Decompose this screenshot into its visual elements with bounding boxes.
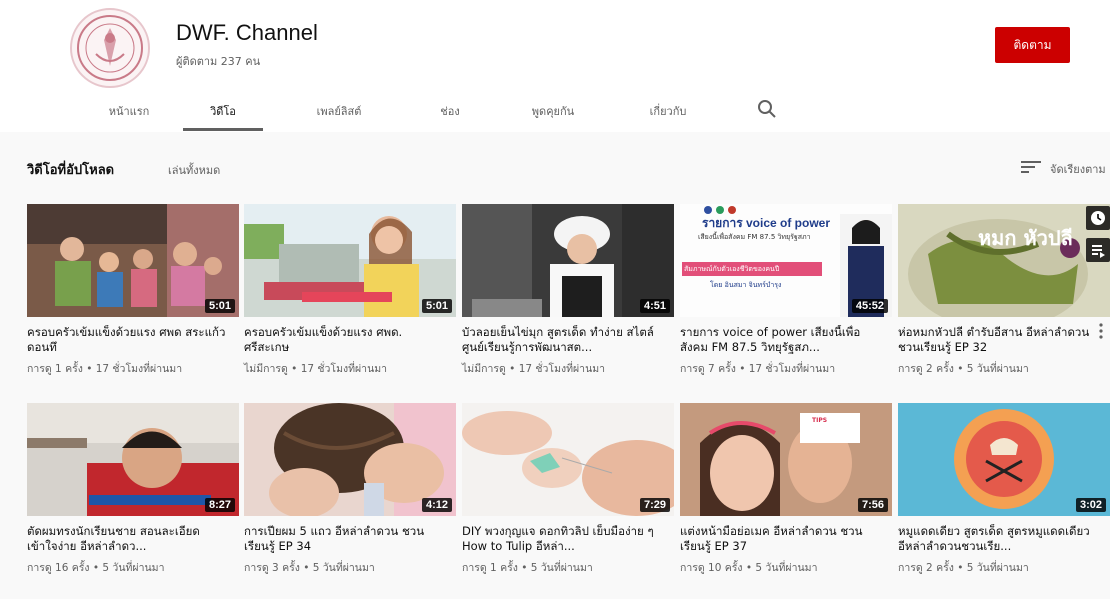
- watch-later-icon[interactable]: [1086, 206, 1110, 230]
- video-title[interactable]: ตัดผมทรงนักเรียนชาย สอนละเอียด เข้าใจง่า…: [27, 524, 239, 554]
- video-card[interactable]: รายการ voice of power เสียงนี้เพื่อสังคม…: [680, 204, 892, 377]
- tab-channels[interactable]: ช่อง: [432, 102, 468, 120]
- video-meta: การดู 1 ครั้ง • 17 ชั่วโมงที่ผ่านมา: [27, 363, 183, 375]
- thumbnail-banner: สัมภาษณ์กับตัวเองชีวิตของคนปี: [684, 265, 780, 273]
- sort-label[interactable]: จัดเรียงตาม: [1050, 160, 1106, 178]
- video-thumbnail[interactable]: 4:12: [244, 403, 456, 516]
- tab-playlists[interactable]: เพลย์ลิสต์: [308, 102, 370, 120]
- video-thumbnail[interactable]: 5:01: [244, 204, 456, 317]
- video-meta: การดู 10 ครั้ง • 5 วันที่ผ่านมา: [680, 562, 818, 574]
- tab-about[interactable]: เกี่ยวกับ: [640, 102, 696, 120]
- channel-avatar[interactable]: [70, 8, 150, 88]
- add-to-queue-icon[interactable]: [1086, 238, 1110, 262]
- video-card[interactable]: 7:29 DIY พวงกุญแจ ดอกทิวลิป เย็บมือง่าย …: [462, 403, 674, 576]
- video-duration: 45:52: [851, 299, 888, 313]
- video-card[interactable]: 5:01 ครอบครัวเข้มแข็งด้วยแรง ศพด. ศรีสะเ…: [244, 204, 456, 377]
- thumbnail-image: [898, 204, 1110, 317]
- thumbnail-tips: TIPS: [812, 417, 828, 424]
- video-thumbnail[interactable]: 7:29: [462, 403, 674, 516]
- video-card[interactable]: TIPS 7:56 แต่งหน้ามือย่อเมค อีหล่าลำดวน …: [680, 403, 892, 576]
- thumbnail-title: หมก หัวปลี: [978, 226, 1073, 250]
- sort-icon[interactable]: [1020, 158, 1042, 176]
- video-meta: การดู 2 ครั้ง • 5 วันที่ผ่านมา: [898, 363, 1029, 375]
- thumbnail-subtitle: เสียงนี้เพื่อสังคม FM 87.5 วิทยุรัฐสภา: [698, 233, 811, 241]
- video-card[interactable]: 5:01 ครอบครัวเข้มแข็งด้วยแรง ศพด สระแก้ว…: [27, 204, 239, 377]
- video-thumbnail[interactable]: 3:02: [898, 403, 1110, 516]
- video-duration: 4:51: [639, 299, 670, 313]
- video-title[interactable]: รายการ voice of power เสียงนี้เพื่อสังคม…: [680, 325, 892, 355]
- tab-home[interactable]: หน้าแรก: [103, 102, 155, 120]
- video-meta: การดู 7 ครั้ง • 17 ชั่วโมงที่ผ่านมา: [680, 363, 836, 375]
- video-duration: 4:12: [421, 498, 452, 512]
- video-title[interactable]: ห่อหมกหัวปลี ตำรับอีสาน อีหล่าลำดวนชวนเร…: [898, 325, 1110, 355]
- video-thumbnail[interactable]: 4:51: [462, 204, 674, 317]
- emblem-icon: [77, 15, 143, 81]
- video-duration: 5:01: [421, 299, 452, 313]
- video-duration: 3:02: [1075, 498, 1106, 512]
- video-title[interactable]: การเปียผม 5 แถว อีหล่าลำดวน ชวนเรียนรู้ …: [244, 524, 456, 554]
- video-card[interactable]: 8:27 ตัดผมทรงนักเรียนชาย สอนละเอียด เข้า…: [27, 403, 239, 576]
- video-thumbnail[interactable]: หมก หัวปลี: [898, 204, 1110, 317]
- video-card[interactable]: 4:51 บัวลอยเย็นไข่มุก สูตรเด็ด ทำง่าย สไ…: [462, 204, 674, 377]
- video-duration: 8:27: [204, 498, 235, 512]
- video-card[interactable]: 4:12 การเปียผม 5 แถว อีหล่าลำดวน ชวนเรีย…: [244, 403, 456, 576]
- active-tab-indicator: [183, 128, 263, 131]
- video-card[interactable]: หมก หัวปลี ห่อหมกหัวปลี ตำรับอีสาน อีหล่…: [898, 204, 1110, 377]
- video-duration: 7:29: [639, 498, 670, 512]
- subscribe-button[interactable]: ติดตาม: [995, 27, 1070, 63]
- channel-title: DWF. Channel: [176, 20, 318, 45]
- video-title[interactable]: ครอบครัวเข้มแข็งด้วยแรง ศพด. ศรีสะเกษ: [244, 325, 456, 355]
- video-duration: 7:56: [857, 498, 888, 512]
- video-meta: การดู 16 ครั้ง • 5 วันที่ผ่านมา: [27, 562, 165, 574]
- video-thumbnail[interactable]: TIPS 7:56: [680, 403, 892, 516]
- video-title[interactable]: ครอบครัวเข้มแข็งด้วยแรง ศพด สระแก้ว ดอนท…: [27, 325, 239, 355]
- thumbnail-title: รายการ voice of power: [702, 216, 831, 230]
- search-icon[interactable]: [756, 98, 778, 120]
- thumbnail-host: โดย อินสมา จินทร์บำรุง: [710, 281, 782, 289]
- video-card[interactable]: 3:02 หมูแดดเดียว สูตรเด็ด สูตรหมูแดดเดีย…: [898, 403, 1110, 576]
- channel-header: DWF. Channel ผู้ติดตาม 237 คน ติดตาม หน้…: [0, 0, 1110, 132]
- video-duration: 5:01: [204, 299, 235, 313]
- video-meta: ไม่มีการดู • 17 ชั่วโมงที่ผ่านมา: [244, 363, 388, 375]
- video-thumbnail[interactable]: รายการ voice of power เสียงนี้เพื่อสังคม…: [680, 204, 892, 317]
- play-all-link[interactable]: เล่นทั้งหมด: [168, 161, 220, 179]
- video-title[interactable]: หมูแดดเดียว สูตรเด็ด สูตรหมูแดดเดียว อีห…: [898, 524, 1110, 554]
- section-title: วิดีโอที่อัปโหลด: [27, 163, 115, 178]
- more-options-icon[interactable]: [1098, 322, 1104, 340]
- video-title[interactable]: แต่งหน้ามือย่อเมค อีหล่าลำดวน ชวนเรียนรู…: [680, 524, 892, 554]
- video-meta: การดู 3 ครั้ง • 5 วันที่ผ่านมา: [244, 562, 375, 574]
- subscriber-count: ผู้ติดตาม 237 คน: [176, 55, 261, 68]
- tab-discussion[interactable]: พูดคุยกัน: [522, 102, 584, 120]
- video-title[interactable]: DIY พวงกุญแจ ดอกทิวลิป เย็บมือง่าย ๆ How…: [462, 524, 674, 554]
- video-thumbnail[interactable]: 8:27: [27, 403, 239, 516]
- video-title[interactable]: บัวลอยเย็นไข่มุก สูตรเด็ด ทำง่าย สไตล์ ศ…: [462, 325, 674, 355]
- channel-tabs: หน้าแรก วิดีโอ เพลย์ลิสต์ ช่อง พูดคุยกัน…: [0, 90, 1110, 132]
- video-meta: ไม่มีการดู • 17 ชั่วโมงที่ผ่านมา: [462, 363, 606, 375]
- tab-videos[interactable]: วิดีโอ: [196, 102, 250, 120]
- video-thumbnail[interactable]: 5:01: [27, 204, 239, 317]
- video-meta: การดู 1 ครั้ง • 5 วันที่ผ่านมา: [462, 562, 593, 574]
- video-meta: การดู 2 ครั้ง • 5 วันที่ผ่านมา: [898, 562, 1029, 574]
